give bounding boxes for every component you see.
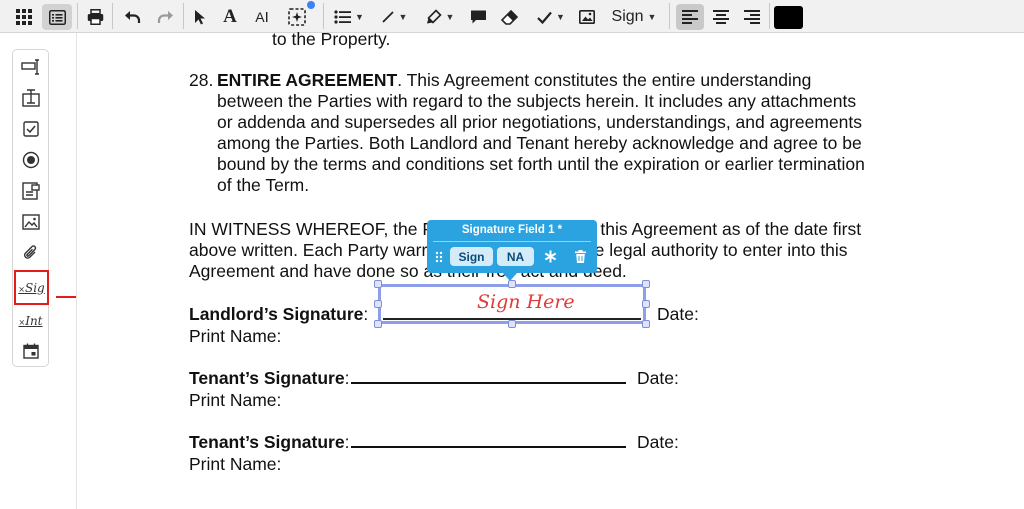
chevron-down-icon: ▼ xyxy=(398,12,408,22)
attachment-tool[interactable] xyxy=(15,238,46,268)
line-tool-dropdown[interactable]: ▼ xyxy=(376,4,412,30)
signature-line xyxy=(351,382,627,384)
clause-line: of the Term. xyxy=(217,175,310,195)
color-swatch[interactable] xyxy=(773,4,803,30)
image-tool-icon[interactable] xyxy=(575,4,599,30)
sign-menu-dropdown[interactable]: Sign ▼ xyxy=(606,4,662,30)
landlord-signature-row: Landlord’s Signature: xyxy=(189,304,368,325)
list-box-icon xyxy=(21,182,40,200)
date-tool[interactable] xyxy=(15,336,46,366)
paperclip-icon xyxy=(23,245,36,259)
dropdown-list-tool[interactable] xyxy=(15,176,46,206)
text-tool-icon[interactable]: A xyxy=(219,4,241,30)
signature-line xyxy=(351,446,627,448)
tenant-signature-label: Tenant’s Signature xyxy=(189,368,345,388)
required-asterisk-icon[interactable] xyxy=(540,247,560,266)
resize-handle[interactable] xyxy=(642,300,650,308)
chevron-down-icon: ▼ xyxy=(556,12,565,22)
clause-line: bound by the terms and conditions set fo… xyxy=(217,154,865,174)
landlord-print-name-label: Print Name: xyxy=(189,326,282,346)
clause-first-line: ENTIRE AGREEMENT. This Agreement constit… xyxy=(217,70,811,91)
signature-tool-label: Sig xyxy=(24,280,45,295)
list-tool-dropdown[interactable]: ▼ xyxy=(330,4,368,30)
checkbox-icon xyxy=(22,121,39,137)
signature-tool[interactable]: ×Sig xyxy=(14,270,49,305)
colon: : xyxy=(363,304,369,324)
landlord-signature-label: Landlord’s Signature xyxy=(189,304,364,324)
main-toolbar: A AI ▼ ▼ ▼ ▼ Sign ▼ xyxy=(0,0,1024,33)
radio-button-tool[interactable] xyxy=(15,145,46,175)
tenant-signature-label: Tenant’s Signature xyxy=(189,432,345,452)
clause-line: between the Parties with regard to the s… xyxy=(217,91,857,111)
undo-icon[interactable] xyxy=(120,4,144,30)
initials-tool-label: Int xyxy=(25,314,43,328)
sign-button[interactable]: Sign xyxy=(450,247,493,266)
checkbox-tool[interactable] xyxy=(15,114,46,144)
colon: : xyxy=(344,432,350,452)
field-tools-sidebar: ×Sig ×Int xyxy=(12,49,49,367)
apps-grid-icon[interactable] xyxy=(10,4,38,30)
eraser-icon[interactable] xyxy=(497,4,521,30)
previous-paragraph-end: to the Property. xyxy=(272,29,391,49)
popover-divider xyxy=(433,241,591,242)
resize-handle[interactable] xyxy=(374,280,382,288)
resize-handle[interactable] xyxy=(642,320,650,328)
tenant-signature-row: Tenant’s Signature: xyxy=(189,432,628,453)
clause-line: among the Parties. Both Landlord and Ten… xyxy=(217,133,862,153)
drag-handle-icon[interactable] xyxy=(432,247,446,266)
signature-field-title: Signature Field 1 * xyxy=(461,224,563,236)
initials-tool[interactable]: ×Int xyxy=(15,306,46,336)
text-box-icon xyxy=(21,89,40,107)
clause-line: . This Agreement constitutes the entire … xyxy=(397,70,812,90)
tenant-date-label: Date: xyxy=(637,368,679,388)
current-color-box xyxy=(773,5,803,29)
colon: : xyxy=(344,368,350,388)
align-right-icon[interactable] xyxy=(739,4,765,30)
tenant-print-name-label: Print Name: xyxy=(189,454,282,474)
align-center-icon[interactable] xyxy=(708,4,734,30)
highlighter-tool-dropdown[interactable]: ▼ xyxy=(420,4,460,30)
signature-tool-icon: ×Sig xyxy=(18,280,45,295)
comment-icon[interactable] xyxy=(466,4,490,30)
chevron-down-icon: ▼ xyxy=(445,12,455,22)
select-pointer-icon[interactable] xyxy=(190,4,210,30)
resize-handle[interactable] xyxy=(642,280,650,288)
text-field-icon xyxy=(20,59,39,75)
resize-handle[interactable] xyxy=(508,280,516,288)
tenant-date-label: Date: xyxy=(637,432,679,452)
text-field-tool[interactable] xyxy=(15,52,46,82)
redo-icon[interactable] xyxy=(153,4,177,30)
print-icon[interactable] xyxy=(83,4,107,30)
sign-menu-label: Sign xyxy=(611,8,644,25)
tenant-signature-row: Tenant’s Signature: xyxy=(189,368,628,389)
chevron-down-icon: ▼ xyxy=(355,12,364,22)
signature-field-box[interactable]: Sign Here xyxy=(374,280,650,328)
add-field-icon[interactable] xyxy=(284,4,310,30)
resize-handle[interactable] xyxy=(508,320,516,328)
clause-number: 28. xyxy=(189,70,214,90)
text-box-tool[interactable] xyxy=(15,83,46,113)
resize-handle[interactable] xyxy=(374,320,382,328)
image-icon xyxy=(21,214,40,230)
sign-here-placeholder: Sign Here xyxy=(477,291,575,313)
resize-handle[interactable] xyxy=(374,300,382,308)
signature-field-popover: Signature Field 1 * Sign NA xyxy=(427,220,597,273)
align-left-icon[interactable] xyxy=(676,4,704,30)
checkmark-tool-dropdown[interactable]: ▼ xyxy=(531,4,571,30)
clause-title: ENTIRE AGREEMENT xyxy=(217,70,398,90)
na-button[interactable]: NA xyxy=(497,247,534,266)
chevron-down-icon: ▼ xyxy=(647,12,657,22)
radio-button-icon xyxy=(22,151,39,169)
image-field-tool[interactable] xyxy=(15,207,46,237)
landlord-date-label: Date: xyxy=(657,304,699,324)
delete-trash-icon[interactable] xyxy=(570,247,590,266)
notification-dot xyxy=(307,1,315,9)
text-field-tool-icon[interactable]: AI xyxy=(249,4,275,30)
initials-tool-icon: ×Int xyxy=(18,314,43,328)
form-view-icon[interactable] xyxy=(42,4,72,30)
clause-line: or addenda and supersedes all prior nego… xyxy=(217,112,863,132)
calendar-icon xyxy=(22,343,39,359)
tenant-print-name-label: Print Name: xyxy=(189,390,282,410)
